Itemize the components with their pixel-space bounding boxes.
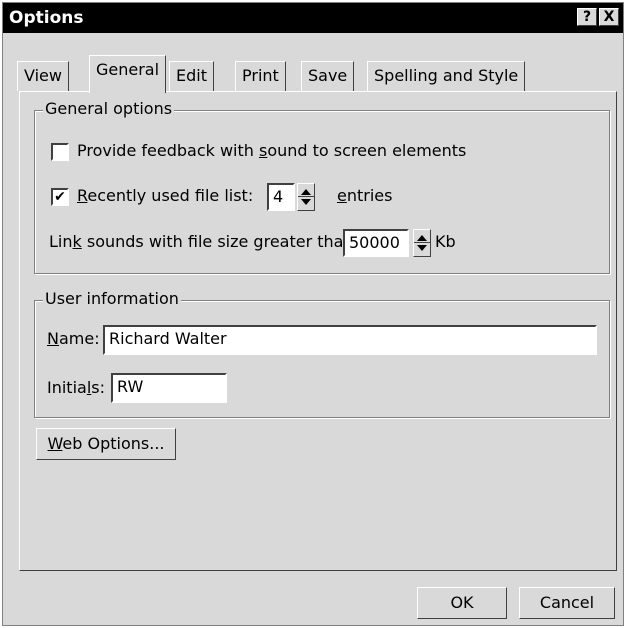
- general-options-group: General options Provide feedback with so…: [34, 99, 610, 274]
- tab-spelling-and-style[interactable]: Spelling and Style: [367, 61, 526, 91]
- window-title: Options: [9, 8, 84, 28]
- spin-down-icon: [301, 199, 311, 205]
- recent-files-checkbox[interactable]: ✔: [51, 188, 69, 206]
- user-information-group: User information Name: Richard Walter In…: [34, 289, 610, 418]
- spin-up-icon: [301, 189, 311, 195]
- kb-label: Kb: [435, 232, 456, 251]
- tab-edit[interactable]: Edit: [169, 61, 214, 91]
- recent-files-spinner[interactable]: [297, 183, 315, 211]
- title-bar: Options ? X: [3, 3, 623, 33]
- link-size-input[interactable]: 50000: [343, 229, 409, 257]
- recent-files-count-input[interactable]: 4: [267, 183, 295, 211]
- entries-label: entries: [337, 186, 393, 205]
- initials-label: Initials:: [47, 378, 106, 397]
- feedback-checkbox[interactable]: [51, 143, 69, 161]
- close-button[interactable]: X: [599, 8, 619, 26]
- tab-panel-general: General options Provide feedback with so…: [19, 91, 617, 571]
- spin-up-icon: [417, 235, 427, 241]
- link-size-spinner[interactable]: [413, 229, 431, 257]
- recent-files-label[interactable]: Recently used file list:: [77, 186, 253, 205]
- tab-view[interactable]: View: [17, 61, 69, 91]
- user-information-legend: User information: [43, 289, 181, 308]
- tab-save[interactable]: Save: [301, 61, 355, 91]
- tab-general[interactable]: General: [89, 55, 167, 93]
- options-dialog: Options ? X View General Edit Print Save…: [2, 2, 624, 626]
- general-options-legend: General options: [43, 99, 175, 118]
- web-options-button[interactable]: Web Options...: [36, 428, 176, 460]
- name-field[interactable]: Richard Walter: [103, 325, 597, 355]
- tab-print[interactable]: Print: [235, 61, 286, 91]
- link-sounds-label: Link sounds with file size greater than: [49, 232, 354, 251]
- ok-button[interactable]: OK: [417, 587, 507, 619]
- name-label: Name:: [47, 329, 100, 348]
- cancel-button[interactable]: Cancel: [519, 587, 615, 619]
- initials-field[interactable]: RW: [111, 373, 227, 403]
- help-button[interactable]: ?: [577, 8, 597, 26]
- feedback-label[interactable]: Provide feedback with sound to screen el…: [77, 141, 466, 160]
- spin-down-icon: [417, 245, 427, 251]
